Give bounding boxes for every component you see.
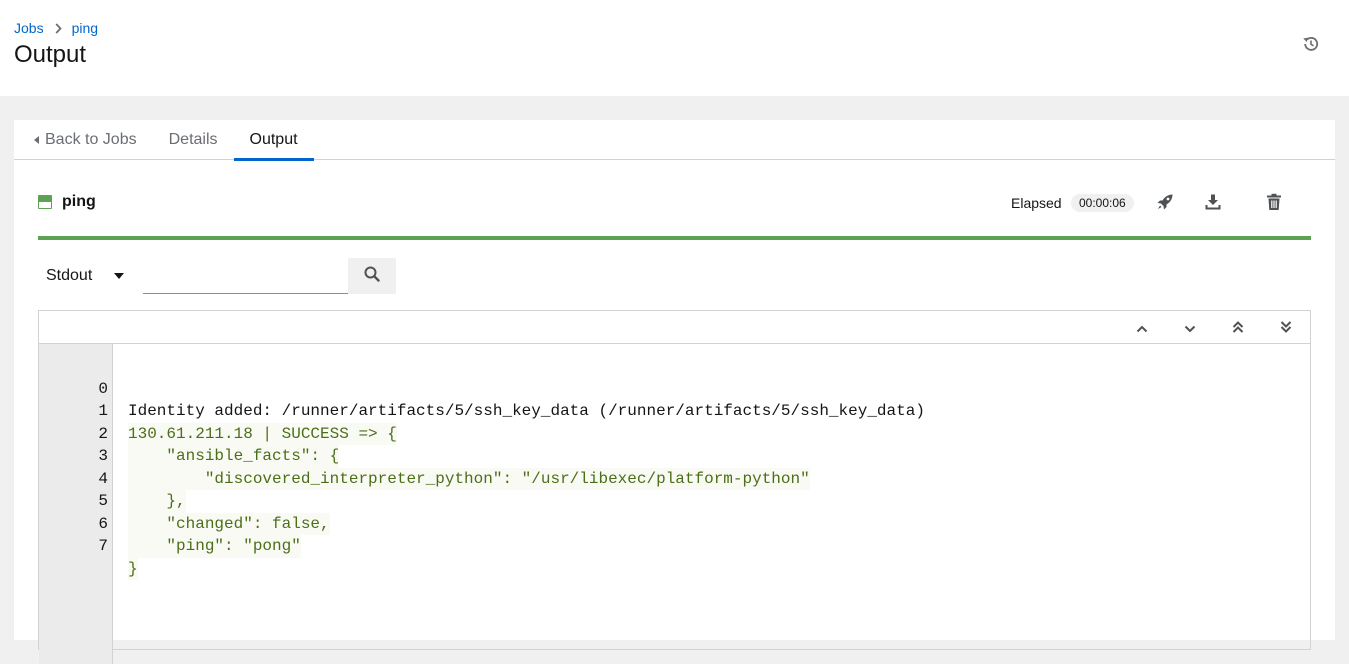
caret-down-icon <box>114 273 124 279</box>
scroll-next-button[interactable] <box>1178 317 1202 341</box>
download-button[interactable] <box>1199 190 1227 218</box>
delete-button[interactable] <box>1260 190 1288 218</box>
output-lines: 0 Identity added: /runner/artifacts/5/ss… <box>39 355 1310 580</box>
search-icon <box>364 266 380 287</box>
tab-bar: Back to Jobs Details Output <box>14 120 1335 161</box>
scroll-previous-button[interactable] <box>1130 317 1154 341</box>
output-scroll-toolbar <box>39 311 1310 344</box>
tab-label: Output <box>249 131 298 148</box>
output-line: 3 "discovered_interpreter_python": "/usr… <box>39 423 1310 490</box>
status-success-icon <box>38 195 52 209</box>
output-line: 4 }, <box>39 445 1310 513</box>
output-line: 6 "ping": "pong" <box>39 490 1310 558</box>
caret-left-icon <box>34 136 39 144</box>
tab-label: Back to Jobs <box>45 131 137 148</box>
breadcrumb: Jobs ping <box>14 20 98 36</box>
tab-label: Details <box>168 131 218 148</box>
elapsed-label: Elapsed <box>1011 195 1062 211</box>
line-text: "ping": "pong" <box>128 535 301 558</box>
output-line: 7 } <box>39 513 1310 580</box>
trash-icon <box>1266 193 1282 216</box>
angle-double-up-icon <box>1232 320 1244 338</box>
job-name: ping <box>62 193 96 210</box>
output-filter-toolbar: Stdout <box>38 258 438 294</box>
history-icon[interactable] <box>1299 32 1323 56</box>
breadcrumb-jobs-link[interactable]: Jobs <box>14 20 44 36</box>
breadcrumb-current-link[interactable]: ping <box>72 20 98 36</box>
line-number: 7 <box>98 537 108 555</box>
angle-up-icon <box>1136 320 1148 338</box>
output-line: 0 Identity added: /runner/artifacts/5/ss… <box>39 355 1310 421</box>
output-line: 5 "changed": false, <box>39 468 1310 535</box>
angle-down-icon <box>1184 320 1196 338</box>
stdout-select-value: Stdout <box>46 267 93 284</box>
scroll-first-button[interactable] <box>1226 317 1250 341</box>
download-icon <box>1204 193 1222 216</box>
page-header: Jobs ping Output <box>0 0 1349 96</box>
page-title: Output <box>14 41 87 68</box>
job-output-panel: 0 Identity added: /runner/artifacts/5/ss… <box>38 310 1311 664</box>
elapsed-badge: 00:00:06 <box>1071 194 1134 212</box>
relaunch-button[interactable] <box>1151 190 1179 218</box>
rocket-icon <box>1156 193 1174 216</box>
output-line: 2 "ansible_facts": { <box>39 400 1310 468</box>
stdout-select[interactable]: Stdout <box>38 258 142 294</box>
angle-double-down-icon <box>1280 320 1292 338</box>
line-text: } <box>128 557 138 580</box>
scroll-last-button[interactable] <box>1274 317 1298 341</box>
tab-back-to-jobs[interactable]: Back to Jobs <box>14 120 153 160</box>
output-line: 1 130.61.211.18 | SUCCESS => { <box>39 378 1310 445</box>
job-output-card: Back to Jobs Details Output ping Elapsed… <box>14 120 1335 664</box>
search-button[interactable] <box>348 258 396 294</box>
search-input[interactable] <box>143 258 348 294</box>
job-header: ping Elapsed 00:00:06 <box>38 192 1312 222</box>
job-progress-bar <box>38 236 1311 240</box>
tab-output[interactable]: Output <box>233 120 314 161</box>
tab-details[interactable]: Details <box>153 120 234 160</box>
chevron-right-icon <box>55 22 62 34</box>
